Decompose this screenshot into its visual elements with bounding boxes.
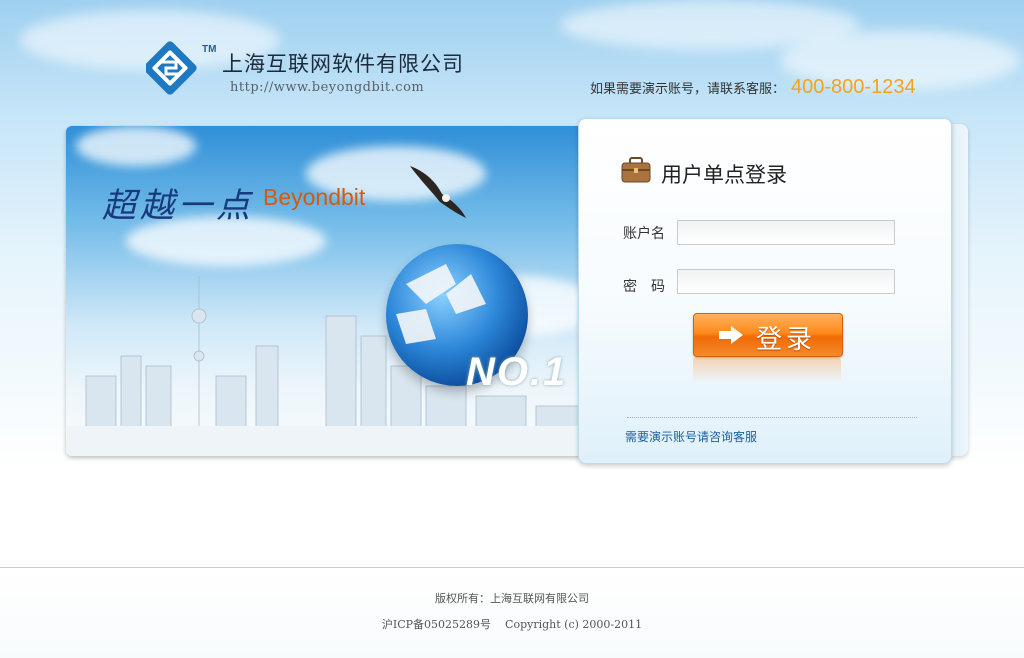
username-input[interactable] [677,220,895,245]
icp-number: 沪ICP备05025289号 [381,618,492,631]
trademark-mark: TM [202,44,216,55]
username-label: 账户名 [623,226,665,242]
login-button[interactable]: 登录 [693,313,843,357]
contact-phone: 400-800-1234 [791,76,916,98]
arrow-right-icon [719,326,743,344]
eagle-icon [410,166,466,218]
login-title: 用户单点登录 [661,163,787,187]
contact-info: 如果需要演示账号，请联系客服： 400-800-1234 [590,76,916,99]
divider [627,417,917,418]
company-url: http://www.beyongdbit.com [230,80,425,95]
login-panel: 用户单点登录 账户名 密 码 登录 需要演示账号请咨询客服 [578,118,952,464]
company-logo-icon: TM [146,41,216,95]
icp-info: 沪ICP备05025289号 Copyright (c) 2000-2011 [0,616,1024,632]
password-label: 密 码 [623,279,665,295]
no1-badge: NO.1 [466,350,568,394]
login-button-label: 登录 [756,325,817,355]
copyright-years: Copyright (c) 2000-2011 [505,618,643,631]
promo-banner: 超越一点 Beyondbit NO.1 [66,126,586,456]
help-link[interactable]: 需要演示账号请咨询客服 [625,428,757,445]
company-name: 上海互联网软件有限公司 [222,52,464,76]
copyright-owner: 版权所有：上海互联网有限公司 [435,592,589,605]
password-input[interactable] [677,269,895,294]
banner-slogan: 超越一点 [102,186,254,226]
briefcase-icon [621,157,651,183]
banner-brand: Beyondbit [263,184,366,210]
footer: 版权所有：上海互联网有限公司 沪ICP备05025289号 Copyright … [0,568,1024,658]
login-button-reflection [693,357,841,383]
banner-cloud [76,126,196,166]
contact-text: 如果需要演示账号，请联系客服： [590,82,786,97]
